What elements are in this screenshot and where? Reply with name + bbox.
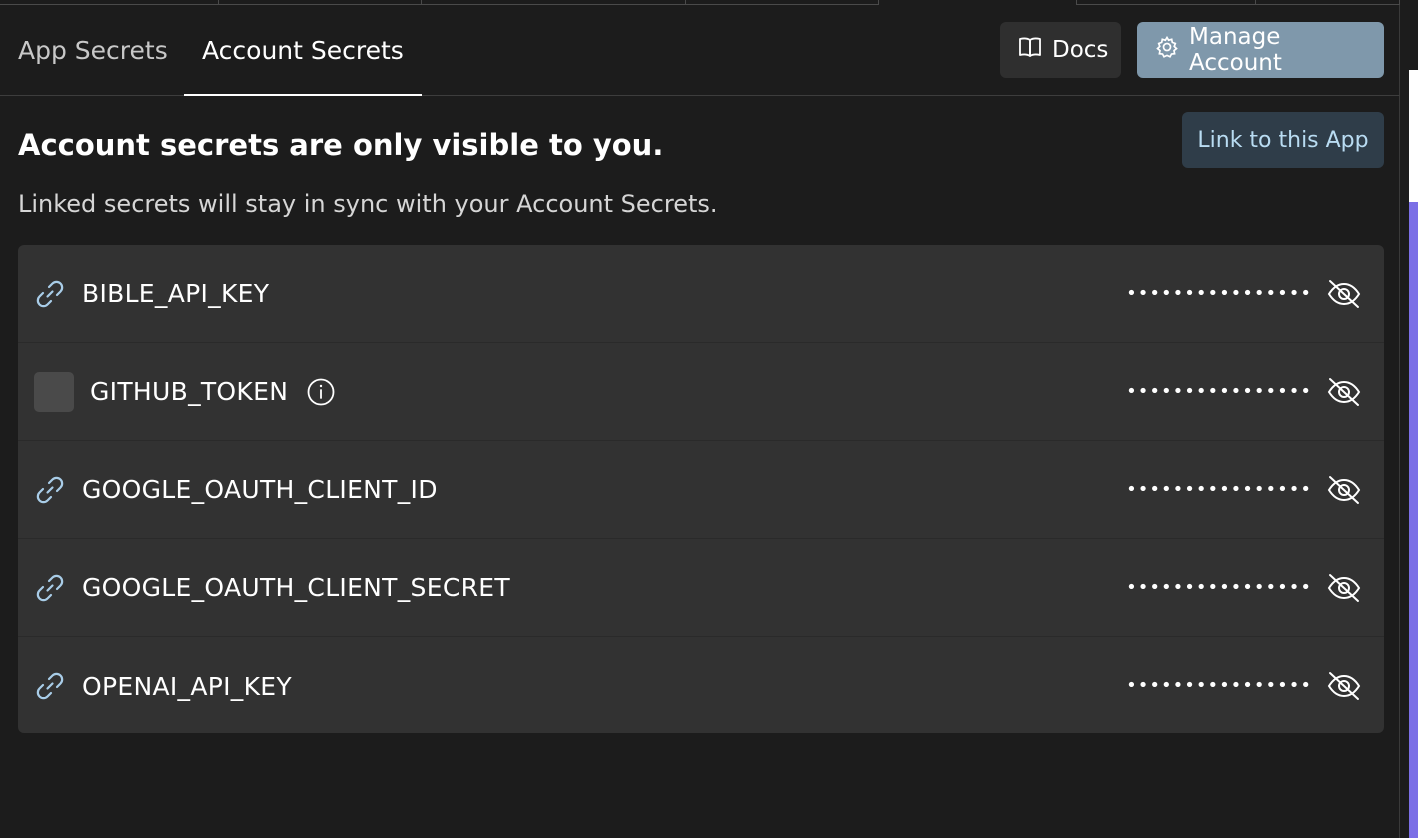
eye-off-icon[interactable] — [1326, 276, 1362, 312]
link-icon — [18, 245, 82, 343]
cropped-tab[interactable] — [686, 0, 879, 5]
cropped-tab[interactable] — [0, 0, 219, 5]
secret-row: OPENAI_API_KEY •••••••••••••••• — [18, 637, 1384, 733]
eye-off-icon[interactable] — [1326, 472, 1362, 508]
secret-name: BIBLE_API_KEY — [82, 279, 270, 308]
link-icon — [18, 637, 82, 733]
page-heading: Account secrets are only visible to you. — [18, 128, 664, 162]
secret-name: GOOGLE_OAUTH_CLIENT_ID — [82, 475, 438, 504]
tab-app-secrets[interactable]: App Secrets — [0, 6, 186, 95]
secrets-list: BIBLE_API_KEY •••••••••••••••• GITHUB_TO… — [18, 245, 1384, 733]
secret-value-masked: •••••••••••••••• — [1126, 283, 1312, 304]
cropped-tab[interactable] — [1256, 0, 1400, 5]
eye-off-icon[interactable] — [1326, 570, 1362, 606]
secret-name: GITHUB_TOKEN — [90, 377, 289, 406]
secret-name: GOOGLE_OAUTH_CLIENT_SECRET — [82, 573, 510, 602]
cropped-tab[interactable] — [422, 0, 686, 5]
select-checkbox[interactable] — [34, 371, 74, 412]
secret-value-masked: •••••••••••••••• — [1126, 479, 1312, 500]
docs-button[interactable]: Docs — [1000, 22, 1121, 78]
page-subtext: Linked secrets will stay in sync with yo… — [18, 190, 718, 218]
manage-account-label: Manage Account — [1189, 24, 1282, 76]
secret-row: GOOGLE_OAUTH_CLIENT_SECRET •••••••••••••… — [18, 539, 1384, 637]
secret-value-masked: •••••••••••••••• — [1126, 381, 1312, 402]
edge-accent — [1409, 202, 1418, 838]
eye-off-icon[interactable] — [1326, 374, 1362, 410]
secret-row: GITHUB_TOKEN •••••••••••••••• — [18, 343, 1384, 441]
link-icon — [18, 441, 82, 539]
info-icon[interactable] — [306, 377, 336, 407]
secret-value-masked: •••••••••••••••• — [1126, 577, 1312, 598]
secrets-panel: App Secrets Account Secrets Docs Manage … — [0, 0, 1400, 838]
manage-account-button[interactable]: Manage Account — [1137, 22, 1384, 78]
secret-name: OPENAI_API_KEY — [82, 671, 292, 701]
secret-row: BIBLE_API_KEY •••••••••••••••• — [18, 245, 1384, 343]
edge-highlight — [1409, 70, 1418, 202]
eye-off-icon[interactable] — [1326, 668, 1362, 704]
cropped-tab[interactable] — [219, 0, 422, 5]
window-edge — [1400, 0, 1418, 838]
tab-account-secrets[interactable]: Account Secrets — [184, 6, 422, 96]
secrets-header: App Secrets Account Secrets Docs Manage … — [0, 6, 1400, 96]
link-to-app-button[interactable]: Link to this App — [1182, 112, 1384, 168]
cropped-tab[interactable] — [1076, 0, 1256, 5]
link-icon — [18, 539, 82, 637]
secret-value-masked: •••••••••••••••• — [1126, 675, 1312, 696]
gear-icon — [1155, 35, 1179, 65]
secret-row: GOOGLE_OAUTH_CLIENT_ID •••••••••••••••• — [18, 441, 1384, 539]
book-icon — [1018, 36, 1042, 64]
docs-label: Docs — [1052, 37, 1109, 63]
